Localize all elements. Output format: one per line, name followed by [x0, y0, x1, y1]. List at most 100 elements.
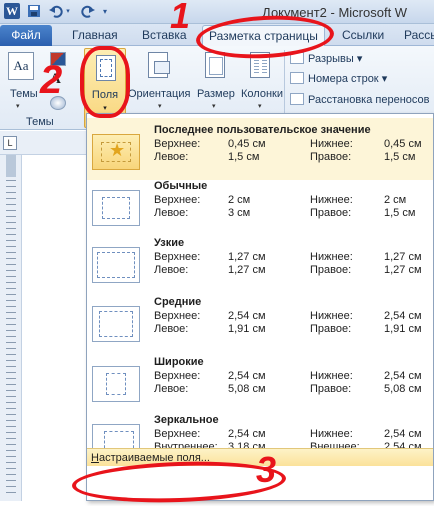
- margin-option-last-custom[interactable]: ★ Последнее пользовательское значение Ве…: [87, 118, 433, 180]
- option-title: Широкие: [154, 356, 204, 368]
- right-label: Правое:: [310, 207, 352, 219]
- option-title: Обычные: [154, 180, 208, 192]
- undo-dropdown-icon[interactable]: ▾: [64, 3, 72, 19]
- top-value: 1,27 см: [228, 251, 266, 263]
- bottom-label: Нижнее:: [310, 194, 353, 206]
- margin-option-wide[interactable]: Широкие Верхнее: 2,54 см Нижнее: 2,54 см…: [87, 350, 433, 412]
- top-value: 2,54 см: [228, 428, 266, 440]
- line-numbers-button[interactable]: Номера строк ▾: [290, 70, 387, 88]
- breaks-label: Разрывы: [308, 53, 354, 65]
- orientation-caret-icon[interactable]: ▾: [158, 102, 162, 110]
- undo-icon[interactable]: [48, 3, 64, 19]
- size-label[interactable]: Размер: [197, 88, 235, 100]
- bottom-value: 2 см: [384, 194, 407, 206]
- breaks-button[interactable]: Разрывы ▾: [290, 50, 362, 68]
- size-caret-icon[interactable]: ▾: [212, 102, 216, 110]
- top-label: Верхнее:: [154, 138, 201, 150]
- themes-caret-icon[interactable]: ▾: [16, 102, 20, 110]
- columns-icon[interactable]: [250, 52, 270, 78]
- bottom-label: Нижнее:: [310, 428, 353, 440]
- margins-dropdown: ★ Последнее пользовательское значение Ве…: [86, 113, 434, 501]
- margin-preview-thumbnail: [92, 306, 140, 342]
- option-title: Средние: [154, 296, 202, 308]
- right-label: Правое:: [310, 151, 352, 163]
- annotation-number-2: 2: [40, 58, 63, 102]
- right-value: 1,91 см: [384, 323, 422, 335]
- margins-caret-icon: ▾: [103, 105, 107, 112]
- annotation-number-1: 1: [170, 0, 191, 36]
- option-title: Узкие: [154, 237, 185, 249]
- star-icon: ★: [109, 140, 126, 160]
- orientation-icon[interactable]: [148, 52, 170, 78]
- custom-margins-label: Настраиваемые поля...: [91, 452, 210, 464]
- themes-label[interactable]: Темы: [10, 88, 38, 100]
- hyphenation-label: Расстановка переносов: [308, 94, 430, 106]
- margin-preview-thumbnail: [92, 247, 140, 283]
- hyphenation-button[interactable]: Расстановка переносов: [290, 91, 429, 109]
- bottom-value: 1,27 см: [384, 251, 422, 263]
- themes-icon[interactable]: Aa: [8, 52, 34, 80]
- vertical-ruler: [0, 155, 22, 501]
- document-area[interactable]: [23, 155, 86, 501]
- right-label: Правое:: [310, 323, 352, 335]
- left-label: Левое:: [154, 151, 189, 163]
- margin-option-normal[interactable]: Обычные Верхнее: 2 см Нижнее: 2 см Левое…: [87, 174, 433, 236]
- margins-label: Поля: [91, 89, 119, 101]
- top-value: 2,54 см: [228, 310, 266, 322]
- top-label: Верхнее:: [154, 251, 201, 263]
- margin-preview-thumbnail: [92, 190, 140, 226]
- save-icon[interactable]: [26, 3, 42, 19]
- tab-mailings[interactable]: Рассы: [398, 25, 434, 46]
- left-value: 1,5 см: [228, 151, 260, 163]
- tab-page-layout[interactable]: Разметка страницы: [202, 25, 325, 47]
- themes-group-label: Темы: [26, 116, 54, 128]
- option-title: Последнее пользовательское значение: [154, 124, 371, 136]
- columns-label[interactable]: Колонки: [241, 88, 283, 100]
- customize-toolbar-icon[interactable]: ▾: [100, 3, 110, 19]
- right-value: 1,5 см: [384, 151, 416, 163]
- title-bar: W ▾ ▾ Документ2 - Microsoft W: [0, 0, 434, 24]
- top-label: Верхнее:: [154, 194, 201, 206]
- tab-home[interactable]: Главная: [66, 25, 124, 46]
- left-value: 5,08 см: [228, 383, 266, 395]
- bottom-value: 2,54 см: [384, 428, 422, 440]
- line-numbers-icon: [290, 72, 304, 84]
- right-value: 5,08 см: [384, 383, 422, 395]
- bottom-label: Нижнее:: [310, 251, 353, 263]
- line-numbers-label: Номера строк: [308, 73, 379, 85]
- ruler-ticks: [6, 175, 16, 493]
- horizontal-ruler: L: [0, 131, 86, 155]
- bottom-label: Нижнее:: [310, 310, 353, 322]
- redo-icon[interactable]: [80, 3, 96, 19]
- left-label: Левое:: [154, 323, 189, 335]
- columns-caret-icon[interactable]: ▾: [258, 102, 262, 110]
- left-value: 1,27 см: [228, 264, 266, 276]
- left-label: Левое:: [154, 207, 189, 219]
- margin-option-moderate[interactable]: Средние Верхнее: 2,54 см Нижнее: 2,54 см…: [87, 290, 433, 352]
- orientation-label[interactable]: Ориентация: [128, 88, 190, 100]
- margins-icon: [96, 55, 116, 81]
- bottom-value: 0,45 см: [384, 138, 422, 150]
- margin-preview-thumbnail: [92, 366, 140, 402]
- top-label: Верхнее:: [154, 428, 201, 440]
- tab-stop-button[interactable]: L: [3, 136, 17, 150]
- right-label: Правое:: [310, 264, 352, 276]
- window-title: Документ2 - Microsoft W: [262, 5, 408, 20]
- tab-references[interactable]: Ссылки: [336, 25, 390, 46]
- top-label: Верхнее:: [154, 370, 201, 382]
- margin-option-narrow[interactable]: Узкие Верхнее: 1,27 см Нижнее: 1,27 см Л…: [87, 231, 433, 293]
- left-value: 3 см: [228, 207, 251, 219]
- annotation-number-3: 3: [256, 449, 277, 490]
- bottom-value: 2,54 см: [384, 370, 422, 382]
- right-label: Правое:: [310, 383, 352, 395]
- top-value: 2,54 см: [228, 370, 266, 382]
- tab-file[interactable]: Файл: [0, 25, 52, 46]
- top-value: 0,45 см: [228, 138, 266, 150]
- left-label: Левое:: [154, 383, 189, 395]
- right-value: 1,5 см: [384, 207, 416, 219]
- size-icon[interactable]: [205, 52, 225, 78]
- hyphenation-icon: [290, 93, 304, 105]
- right-value: 1,27 см: [384, 264, 422, 276]
- line-numbers-caret-icon: ▾: [381, 73, 388, 85]
- word-icon: W: [4, 3, 20, 19]
